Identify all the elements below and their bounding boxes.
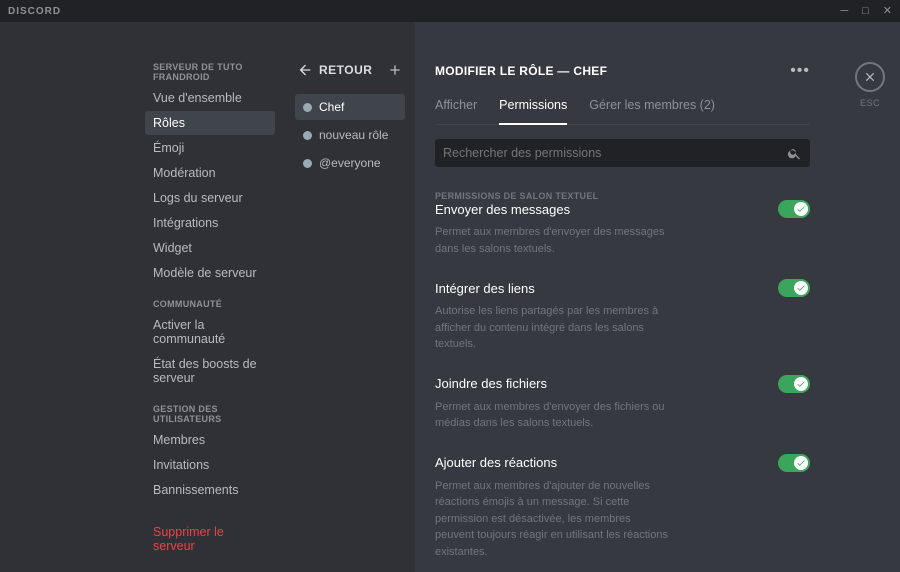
permission-title: Envoyer des messages [435, 202, 570, 217]
sidebar-item[interactable]: Logs du serveur [145, 186, 275, 210]
close-window-icon[interactable]: ✕ [883, 6, 892, 17]
minimize-icon[interactable]: ─ [840, 6, 848, 17]
tab[interactable]: Gérer les membres (2) [589, 98, 715, 124]
tabs: Afficher Permissions Gérer les membres (2) [435, 98, 810, 125]
tab[interactable]: Afficher [435, 98, 477, 124]
sidebar-item[interactable]: Modération [145, 161, 275, 185]
page-title: MODIFIER LE RÔLE — CHEF [435, 64, 607, 78]
arrow-left-icon [297, 62, 313, 78]
maximize-icon[interactable]: □ [862, 6, 869, 17]
sidebar-item[interactable]: Bannissements [145, 478, 275, 502]
titlebar: DISCORD ─ □ ✕ [0, 0, 900, 22]
role-color-dot [303, 159, 312, 168]
permission-description: Permet aux membres d'envoyer des message… [435, 224, 670, 257]
sidebar-item[interactable]: Vue d'ensemble [145, 86, 275, 110]
close-panel: ESC [840, 22, 900, 572]
role-item[interactable]: nouveau rôle [295, 122, 405, 148]
sidebar-item[interactable]: Membres [145, 428, 275, 452]
permission-toggle[interactable] [778, 279, 810, 297]
permission-row: Envoyer des messages Permet aux membres d… [435, 200, 810, 257]
settings-sidebar: SERVEUR DE TUTO FRANDROID Vue d'ensembleR… [0, 22, 285, 572]
permission-search[interactable] [435, 139, 810, 167]
sidebar-category-header: GESTION DES UTILISATEURS [153, 404, 275, 424]
role-item[interactable]: @everyone [295, 150, 405, 176]
role-label: Chef [319, 100, 344, 114]
role-label: nouveau rôle [319, 128, 388, 142]
back-button[interactable]: RETOUR [297, 62, 372, 78]
app-logo: DISCORD [8, 6, 61, 17]
window-controls: ─ □ ✕ [840, 6, 892, 17]
sidebar-item[interactable]: Activer la communauté [145, 313, 275, 351]
permission-title: Ajouter des réactions [435, 455, 557, 470]
role-list-column: RETOUR Chef nouveau rôle @everyone [285, 22, 415, 572]
permission-toggle[interactable] [778, 454, 810, 472]
sidebar-item[interactable]: Widget [145, 236, 275, 260]
permission-description: Permet aux membres d'envoyer des fichier… [435, 399, 670, 432]
sidebar-item[interactable]: Modèle de serveur [145, 261, 275, 285]
role-color-dot [303, 131, 312, 140]
sidebar-item[interactable]: État des boosts de serveur [145, 352, 275, 390]
role-item[interactable]: Chef [295, 94, 405, 120]
permission-toggle[interactable] [778, 375, 810, 393]
permission-title: Joindre des fichiers [435, 376, 547, 391]
more-options-icon[interactable]: ••• [790, 62, 810, 80]
tab[interactable]: Permissions [499, 98, 567, 124]
permission-row: Ajouter des réactions Permet aux membres … [435, 454, 810, 561]
permission-row: Intégrer des liens Autorise les liens par… [435, 279, 810, 353]
permission-toggle[interactable] [778, 200, 810, 218]
role-label: @everyone [319, 156, 381, 170]
permission-description: Autorise les liens partagés par les memb… [435, 303, 670, 353]
permission-title: Intégrer des liens [435, 281, 535, 296]
back-label: RETOUR [319, 63, 372, 77]
permission-row: Joindre des fichiers Permet aux membres d… [435, 375, 810, 432]
sidebar-item[interactable]: Rôles [145, 111, 275, 135]
delete-server-item[interactable]: Supprimer le serveur [145, 520, 275, 558]
sidebar-item[interactable]: Invitations [145, 453, 275, 477]
permission-description: Permet aux membres d'ajouter de nouvelle… [435, 478, 670, 561]
sidebar-item[interactable]: Intégrations [145, 211, 275, 235]
sidebar-category-header: COMMUNAUTÉ [153, 299, 275, 309]
sidebar-category-header: SERVEUR DE TUTO FRANDROID [153, 62, 275, 82]
role-color-dot [303, 103, 312, 112]
add-role-icon[interactable] [387, 62, 403, 78]
search-input[interactable] [443, 146, 787, 160]
esc-label: ESC [860, 98, 880, 108]
sidebar-item[interactable]: Émoji [145, 136, 275, 160]
close-icon [863, 70, 877, 84]
role-editor: MODIFIER LE RÔLE — CHEF ••• Afficher Perm… [415, 22, 840, 572]
close-button[interactable] [855, 62, 885, 92]
search-icon [787, 146, 802, 161]
